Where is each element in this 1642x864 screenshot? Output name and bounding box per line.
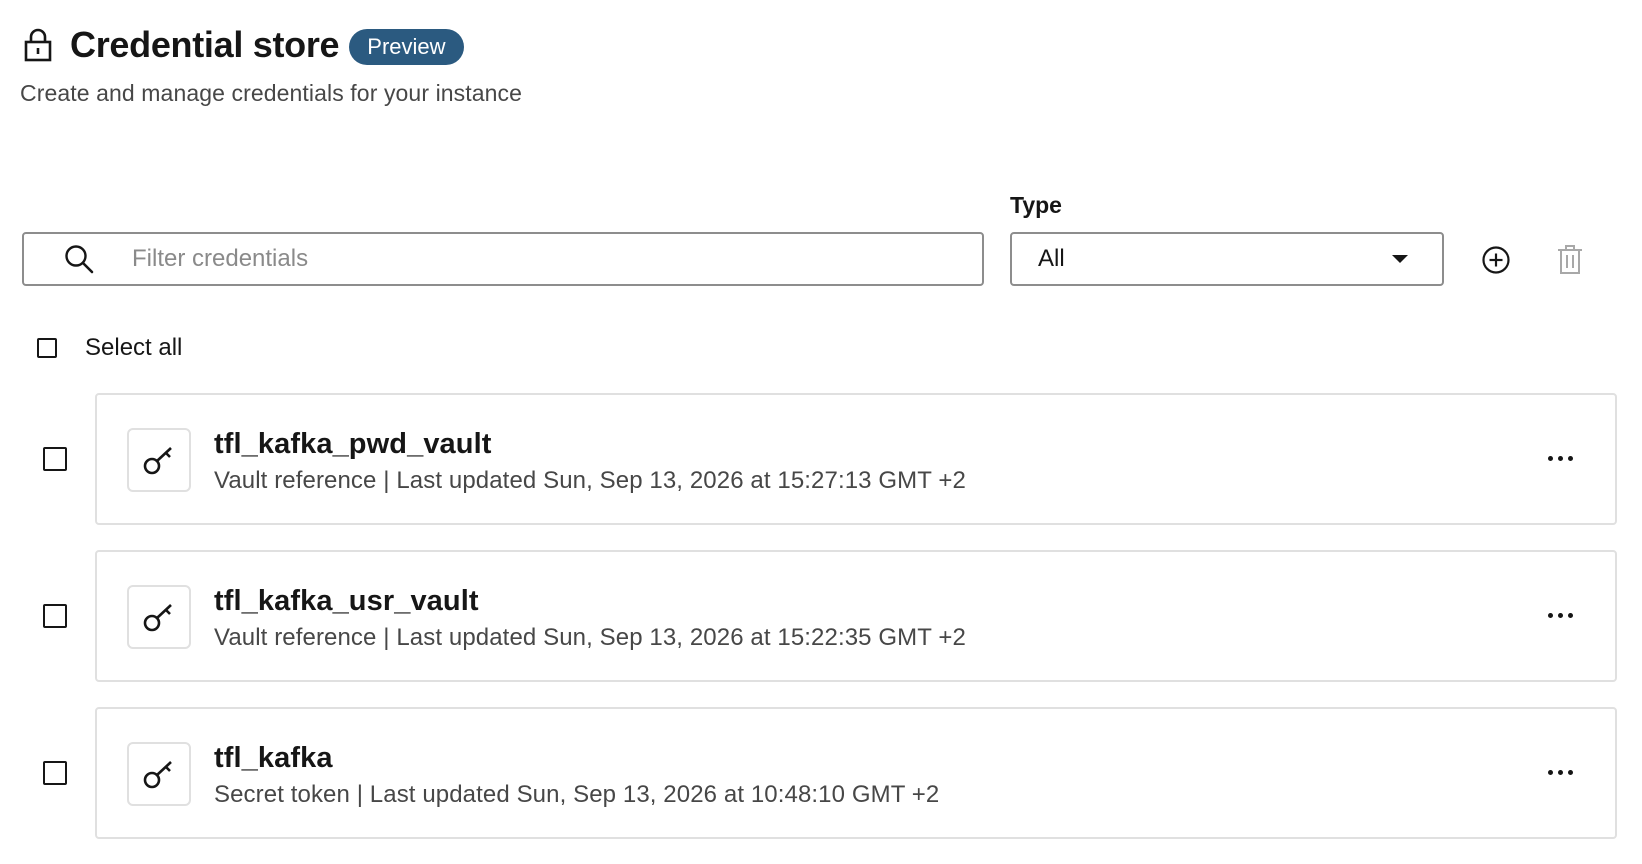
page-title: Credential store [70, 24, 340, 65]
trash-icon [1558, 245, 1582, 274]
type-dropdown-value: All [1038, 245, 1065, 272]
credential-meta: Secret token | Last updated Sun, Sep 13,… [214, 781, 940, 808]
caret-down-icon [1392, 255, 1408, 263]
credential-row: tfl_kafka Secret token | Last updated Su… [0, 707, 1642, 839]
select-all-label: Select all [85, 334, 183, 361]
key-icon [127, 428, 191, 492]
overflow-menu-icon [1547, 769, 1553, 775]
preview-badge: Preview [349, 29, 464, 65]
overflow-dot [1557, 769, 1563, 775]
credential-checkbox[interactable] [43, 604, 67, 628]
overflow-dot [1567, 612, 1573, 618]
credential-name: tfl_kafka [214, 742, 333, 774]
credential-checkbox[interactable] [43, 761, 67, 785]
type-dropdown[interactable]: All [1010, 232, 1444, 286]
page-subtitle: Create and manage credentials for your i… [20, 80, 523, 106]
delete-credentials-button[interactable] [1555, 244, 1585, 276]
credential-card[interactable]: tfl_kafka_pwd_vault Vault reference | La… [95, 393, 1617, 525]
credential-card[interactable]: tfl_kafka_usr_vault Vault reference | La… [95, 550, 1617, 682]
page-header: Credential store Preview [22, 24, 464, 66]
overflow-dot [1557, 612, 1563, 618]
credential-meta: Vault reference | Last updated Sun, Sep … [214, 467, 966, 494]
credential-meta: Vault reference | Last updated Sun, Sep … [214, 624, 966, 651]
credential-name: tfl_kafka_usr_vault [214, 585, 479, 617]
select-all-checkbox[interactable] [37, 338, 57, 358]
credential-name: tfl_kafka_pwd_vault [214, 428, 492, 460]
overflow-menu-icon [1547, 612, 1553, 618]
credential-list: tfl_kafka_pwd_vault Vault reference | La… [0, 393, 1642, 864]
lock-icon [22, 27, 54, 63]
overflow-dot [1567, 455, 1573, 461]
key-icon [127, 585, 191, 649]
search-field[interactable] [22, 232, 984, 286]
add-circle-icon [1482, 246, 1510, 274]
overflow-menu-button[interactable] [1543, 600, 1577, 630]
search-input[interactable] [130, 244, 982, 274]
add-credential-button[interactable] [1480, 244, 1512, 276]
overflow-dot [1567, 769, 1573, 775]
overflow-menu-button[interactable] [1543, 443, 1577, 473]
credential-checkbox[interactable] [43, 447, 67, 471]
overflow-menu-button[interactable] [1543, 757, 1577, 787]
credential-row: tfl_kafka_pwd_vault Vault reference | La… [0, 393, 1642, 525]
credential-row: tfl_kafka_usr_vault Vault reference | La… [0, 550, 1642, 682]
overflow-menu-icon [1547, 455, 1553, 461]
key-icon [127, 742, 191, 806]
overflow-dot [1557, 455, 1563, 461]
credential-card[interactable]: tfl_kafka Secret token | Last updated Su… [95, 707, 1617, 839]
select-all-row: Select all [37, 334, 182, 362]
search-icon [62, 242, 96, 276]
type-label: Type [1010, 192, 1062, 218]
